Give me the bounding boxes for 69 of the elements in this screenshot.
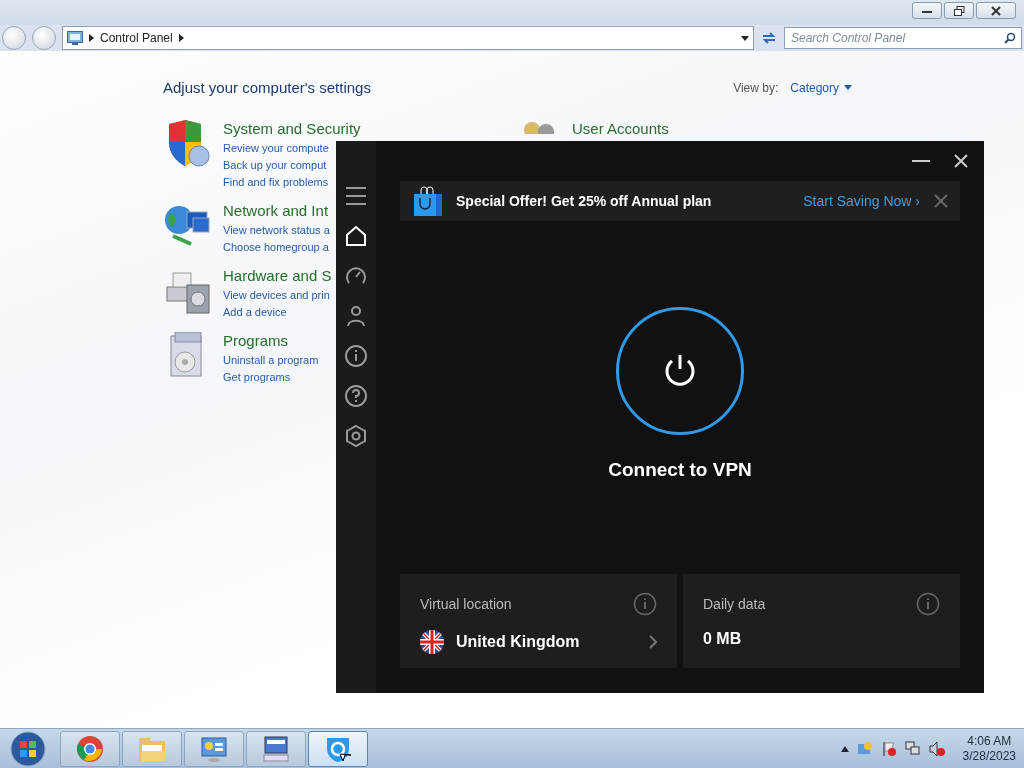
view-by-label: View by: xyxy=(733,80,779,95)
computer-icon xyxy=(262,734,290,763)
minimize-icon xyxy=(912,160,930,162)
control-panel-icon xyxy=(67,31,83,45)
refresh-icon[interactable] xyxy=(760,30,778,46)
category-link[interactable]: Network and Int xyxy=(223,202,329,220)
breadcrumb[interactable]: Control Panel xyxy=(100,31,173,45)
network-icon[interactable] xyxy=(904,740,921,757)
home-icon xyxy=(344,224,368,248)
category-link[interactable]: User Accounts xyxy=(572,120,669,138)
task-link[interactable]: View devices and prin xyxy=(223,287,330,304)
card-label: Daily data xyxy=(703,596,766,612)
task-link[interactable]: Choose homegroup a xyxy=(223,239,329,256)
task-link[interactable]: Add a device xyxy=(223,304,287,321)
power-icon xyxy=(663,353,697,389)
close-icon xyxy=(954,154,968,168)
minimize-button[interactable] xyxy=(912,2,942,19)
flag-icon[interactable] xyxy=(880,740,897,757)
card-label: Virtual location xyxy=(420,596,512,612)
task-link[interactable]: Review your compute xyxy=(223,140,329,157)
restore-button[interactable] xyxy=(944,2,974,19)
close-icon xyxy=(991,5,1001,16)
chevron-icon[interactable] xyxy=(649,635,657,649)
taskbar-button[interactable] xyxy=(308,730,368,767)
task-link[interactable]: View network status a xyxy=(223,222,330,239)
person-icon xyxy=(344,304,368,328)
page-heading: Adjust your computer's settings xyxy=(163,79,371,96)
settings-icon xyxy=(344,424,368,448)
flag-icon xyxy=(420,630,444,654)
taskbar-button[interactable] xyxy=(60,730,120,767)
task-link[interactable]: Find and fix problems xyxy=(223,174,329,191)
clock-date: 3/28/2023 xyxy=(962,748,1016,764)
speaker-muted-icon[interactable] xyxy=(928,740,945,757)
task-link[interactable]: Back up your comput xyxy=(223,157,327,174)
help-icon xyxy=(344,384,368,408)
card-value: United Kingdom xyxy=(456,633,581,651)
task-link[interactable]: Get programs xyxy=(223,369,291,386)
search-icon xyxy=(1004,32,1016,44)
chevron-icon xyxy=(178,34,184,42)
info-icon[interactable] xyxy=(916,592,940,616)
category-link[interactable]: System and Security xyxy=(223,120,361,138)
control-panel-icon xyxy=(200,734,228,763)
restore-icon xyxy=(953,5,965,16)
chevron-icon xyxy=(89,34,94,42)
promo-text: Special Offer! Get 25% off Annual plan xyxy=(456,193,713,209)
search-field[interactable]: Search Control Panel xyxy=(784,27,1022,49)
address-bar[interactable]: Control Panel xyxy=(62,26,754,50)
info-icon[interactable] xyxy=(633,592,657,616)
category-link[interactable]: Programs xyxy=(223,332,289,350)
shopping-bag-icon xyxy=(414,186,442,216)
close-button[interactable] xyxy=(976,2,1016,19)
dropdown-icon xyxy=(844,85,852,90)
view-by-dropdown[interactable]: Category xyxy=(790,80,852,95)
clock[interactable]: 4:06 AM 3/28/2023 xyxy=(962,733,1016,764)
close-icon[interactable] xyxy=(934,194,948,208)
taskbar-button[interactable] xyxy=(184,730,244,767)
info-icon xyxy=(344,344,368,368)
card-value: 0 MB xyxy=(703,630,743,648)
power-button[interactable] xyxy=(616,307,744,435)
connect-label: Connect to VPN xyxy=(608,459,752,481)
taskbar-button[interactable] xyxy=(246,730,306,767)
promo-link[interactable]: Start Saving Now › xyxy=(803,193,920,209)
chrome-icon xyxy=(76,734,104,763)
up-arrow-icon[interactable] xyxy=(840,745,849,752)
dropdown-icon xyxy=(741,35,749,41)
menu-icon xyxy=(344,184,368,208)
task-link[interactable]: Uninstall a program xyxy=(223,352,319,369)
clock-time: 4:06 AM xyxy=(967,733,1012,749)
category-link[interactable]: Hardware and S xyxy=(223,267,332,285)
